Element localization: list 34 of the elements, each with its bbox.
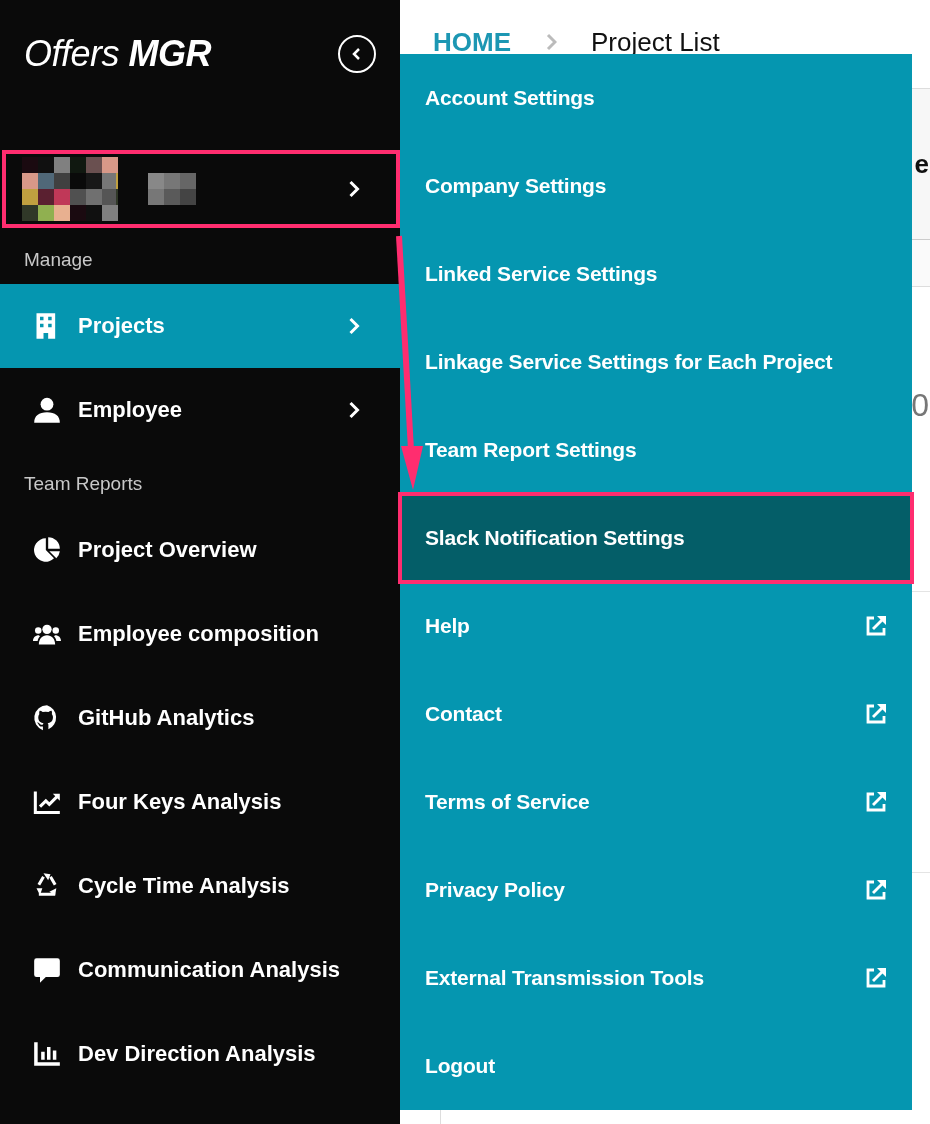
bar-chart-icon	[32, 1040, 62, 1068]
sidebar-item[interactable]: Employee	[0, 368, 400, 452]
section-label: Team Reports	[23, 472, 144, 496]
sidebar-item[interactable]: GitHub Analytics	[0, 676, 400, 760]
menu-item[interactable]: Logout	[400, 1022, 912, 1110]
menu-item[interactable]: Contact	[400, 670, 912, 758]
sidebar-item[interactable]: Cycle Time Analysis	[0, 844, 400, 928]
speech-bubble-icon	[32, 956, 62, 984]
menu-item[interactable]: Linkage Service Settings for Each Project	[400, 318, 912, 406]
menu-item[interactable]: External Transmission Tools	[400, 934, 912, 1022]
user-menu-row[interactable]	[2, 150, 400, 228]
sidebar-item[interactable]: Four Keys Analysis	[0, 760, 400, 844]
sidebar-item[interactable]: Communication Analysis	[0, 928, 400, 1012]
section-label: Manage	[23, 248, 94, 272]
menu-item[interactable]: Team Report Settings	[400, 406, 912, 494]
person-icon	[32, 396, 62, 424]
chevron-right-icon	[347, 180, 360, 198]
chevron-left-icon	[352, 47, 362, 61]
collapse-button[interactable]	[338, 35, 376, 73]
pie-chart-icon	[32, 536, 62, 564]
menu-item[interactable]: Company Settings	[400, 142, 912, 230]
menu-item[interactable]: Help	[400, 582, 912, 670]
table-cell: 0	[911, 387, 929, 424]
breadcrumb-chevron-icon	[545, 33, 557, 51]
sidebar-item[interactable]: Dev Direction Analysis	[0, 1012, 400, 1096]
sidebar-item[interactable]: Project Overview	[0, 508, 400, 592]
sidebar-item[interactable]: Employee composition	[0, 592, 400, 676]
menu-item[interactable]: Privacy Policy	[400, 846, 912, 934]
logo: Offers MGR	[24, 33, 212, 75]
column-header: e	[914, 148, 929, 180]
menu-item[interactable]: Terms of Service	[400, 758, 912, 846]
menu-item[interactable]: Linked Service Settings	[400, 230, 912, 318]
menu-item[interactable]: Slack Notification Settings	[400, 494, 912, 582]
sidebar-item[interactable]: Projects	[0, 284, 400, 368]
